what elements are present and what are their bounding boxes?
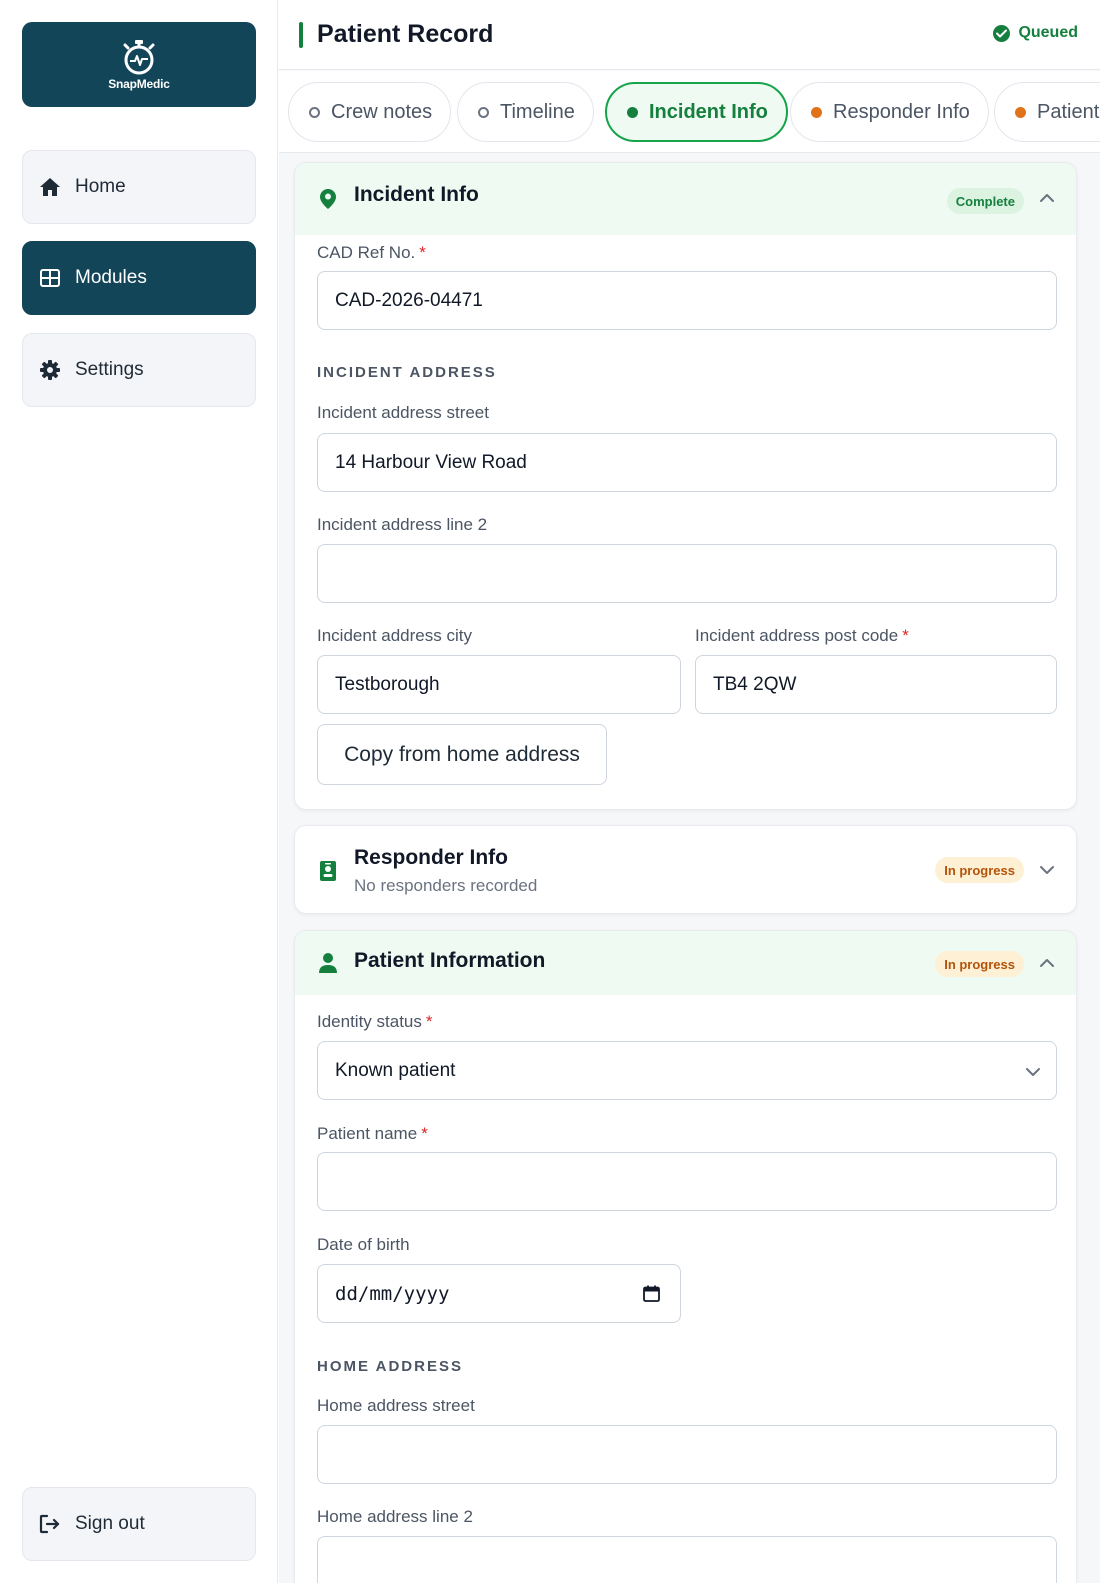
map-pin-icon — [317, 187, 339, 211]
chevron-up-icon[interactable] — [1038, 954, 1056, 972]
cad-ref-label: CAD Ref No. * — [317, 243, 426, 263]
required-marker: * — [421, 1124, 428, 1143]
incident-city-label: Incident address city — [317, 626, 472, 645]
tab-label: Crew notes — [331, 100, 433, 123]
sync-status-label: Queued — [1018, 24, 1078, 41]
incident-info-card: Incident Info Complete CAD Ref No. * CAD-… — [294, 162, 1077, 810]
incident-street-label: Incident address street — [317, 403, 489, 422]
app-logo[interactable]: SnapMedic — [22, 22, 256, 107]
chevron-down-icon — [1026, 1068, 1040, 1076]
status-badge: Complete — [946, 188, 1024, 214]
copy-from-home-button[interactable]: Copy from home address — [317, 724, 607, 785]
tab-crew-notes[interactable]: Crew notes — [288, 82, 452, 142]
incident-address-heading: INCIDENT ADDRESS — [317, 364, 497, 381]
person-icon — [317, 951, 339, 975]
grid-icon — [39, 267, 61, 289]
incident-line2-input[interactable] — [317, 544, 1057, 603]
home-street-input[interactable] — [317, 1425, 1057, 1484]
selected-value: Known patient — [335, 1059, 456, 1081]
sign-out-icon — [39, 1513, 61, 1535]
status-dot — [1015, 106, 1026, 118]
dob-input[interactable]: dd/mm/yyyy — [317, 1264, 681, 1323]
card-title: Patient Information — [354, 949, 546, 972]
card-title: Responder Info — [354, 846, 509, 869]
cad-ref-input[interactable]: CAD-2026-04471 — [317, 271, 1057, 330]
stopwatch-heart-icon — [123, 39, 155, 74]
sidebar-item-label: Home — [75, 176, 126, 197]
home-icon — [39, 176, 61, 198]
top-bar: Patient Record Queued — [279, 0, 1100, 70]
sync-status: Queued — [993, 24, 1078, 42]
tab-label: Incident Info — [649, 100, 768, 123]
patient-name-input[interactable] — [317, 1152, 1057, 1211]
identity-status-label: Identity status * — [317, 1012, 433, 1032]
sign-out-button[interactable]: Sign out — [22, 1487, 256, 1561]
required-marker: * — [425, 1012, 433, 1031]
label-text: CAD Ref No. — [317, 243, 416, 262]
sidebar-item-settings[interactable]: Settings — [22, 333, 256, 407]
home-line2-label: Home address line 2 — [317, 1507, 473, 1526]
main-content: Patient Record Queued Crew notes Timelin… — [279, 0, 1100, 1583]
card-title: Incident Info — [354, 183, 479, 206]
home-street-label: Home address street — [317, 1396, 475, 1415]
label-text: Incident address post code — [695, 626, 899, 645]
logo-text: SnapMedic — [108, 76, 170, 91]
patient-info-card: Patient Information In progress Identity… — [294, 930, 1077, 1583]
card-subtitle: No responders recorded — [354, 876, 538, 895]
sidebar-item-label: Modules — [75, 267, 147, 288]
tab-label: Patient — [1037, 100, 1100, 123]
sidebar-item-home[interactable]: Home — [22, 150, 256, 224]
incident-city-input[interactable]: Testborough — [317, 655, 681, 714]
incident-postcode-input[interactable]: TB4 2QW — [695, 655, 1057, 714]
patient-name-label: Patient name * — [317, 1124, 428, 1144]
tab-label: Timeline — [500, 100, 575, 123]
sidebar-item-modules[interactable]: Modules — [22, 241, 256, 315]
chevron-down-icon[interactable] — [1038, 861, 1056, 879]
home-address-heading: HOME ADDRESS — [317, 1358, 463, 1375]
sidebar: SnapMedic Home Modules Settings Sign out — [0, 0, 278, 1583]
status-badge: In progress — [935, 857, 1024, 883]
page-title: Patient Record — [317, 20, 494, 48]
section-tabs: Crew notes Timeline Incident Info Respon… — [279, 71, 1100, 153]
id-badge-icon — [317, 859, 339, 883]
status-dot — [627, 106, 638, 118]
tab-responder-info[interactable]: Responder Info — [790, 82, 989, 142]
incident-street-input[interactable]: 14 Harbour View Road — [317, 433, 1057, 492]
chevron-up-icon[interactable] — [1038, 189, 1056, 207]
gear-icon — [39, 359, 61, 381]
responder-info-card[interactable]: Responder Info No responders recorded In… — [294, 825, 1077, 914]
dob-label: Date of birth — [317, 1235, 410, 1254]
tab-label: Responder Info — [833, 100, 970, 123]
required-marker: * — [419, 243, 426, 262]
tab-timeline[interactable]: Timeline — [457, 82, 594, 142]
label-text: Identity status — [317, 1012, 422, 1031]
title-accent — [299, 22, 303, 48]
status-dot — [309, 106, 320, 118]
status-dot — [811, 106, 822, 118]
sign-out-label: Sign out — [75, 1513, 145, 1534]
tab-patient[interactable]: Patient — [994, 82, 1100, 142]
home-line2-input[interactable] — [317, 1536, 1057, 1583]
required-marker: * — [902, 626, 909, 645]
incident-line2-label: Incident address line 2 — [317, 515, 488, 534]
check-circle-icon — [993, 24, 1011, 42]
status-badge: In progress — [935, 951, 1024, 977]
patient-info-header[interactable]: Patient Information In progress — [295, 931, 1076, 995]
label-text: Patient name — [317, 1124, 418, 1143]
tab-incident-info[interactable]: Incident Info — [605, 82, 788, 142]
status-dot — [478, 106, 489, 118]
sidebar-item-label: Settings — [75, 359, 144, 380]
incident-postcode-label: Incident address post code * — [695, 626, 909, 646]
dob-placeholder: dd/mm/yyyy — [335, 1282, 450, 1305]
identity-status-select[interactable]: Known patient — [317, 1041, 1057, 1100]
calendar-icon[interactable] — [643, 1285, 660, 1302]
incident-info-header[interactable]: Incident Info Complete — [295, 163, 1076, 235]
